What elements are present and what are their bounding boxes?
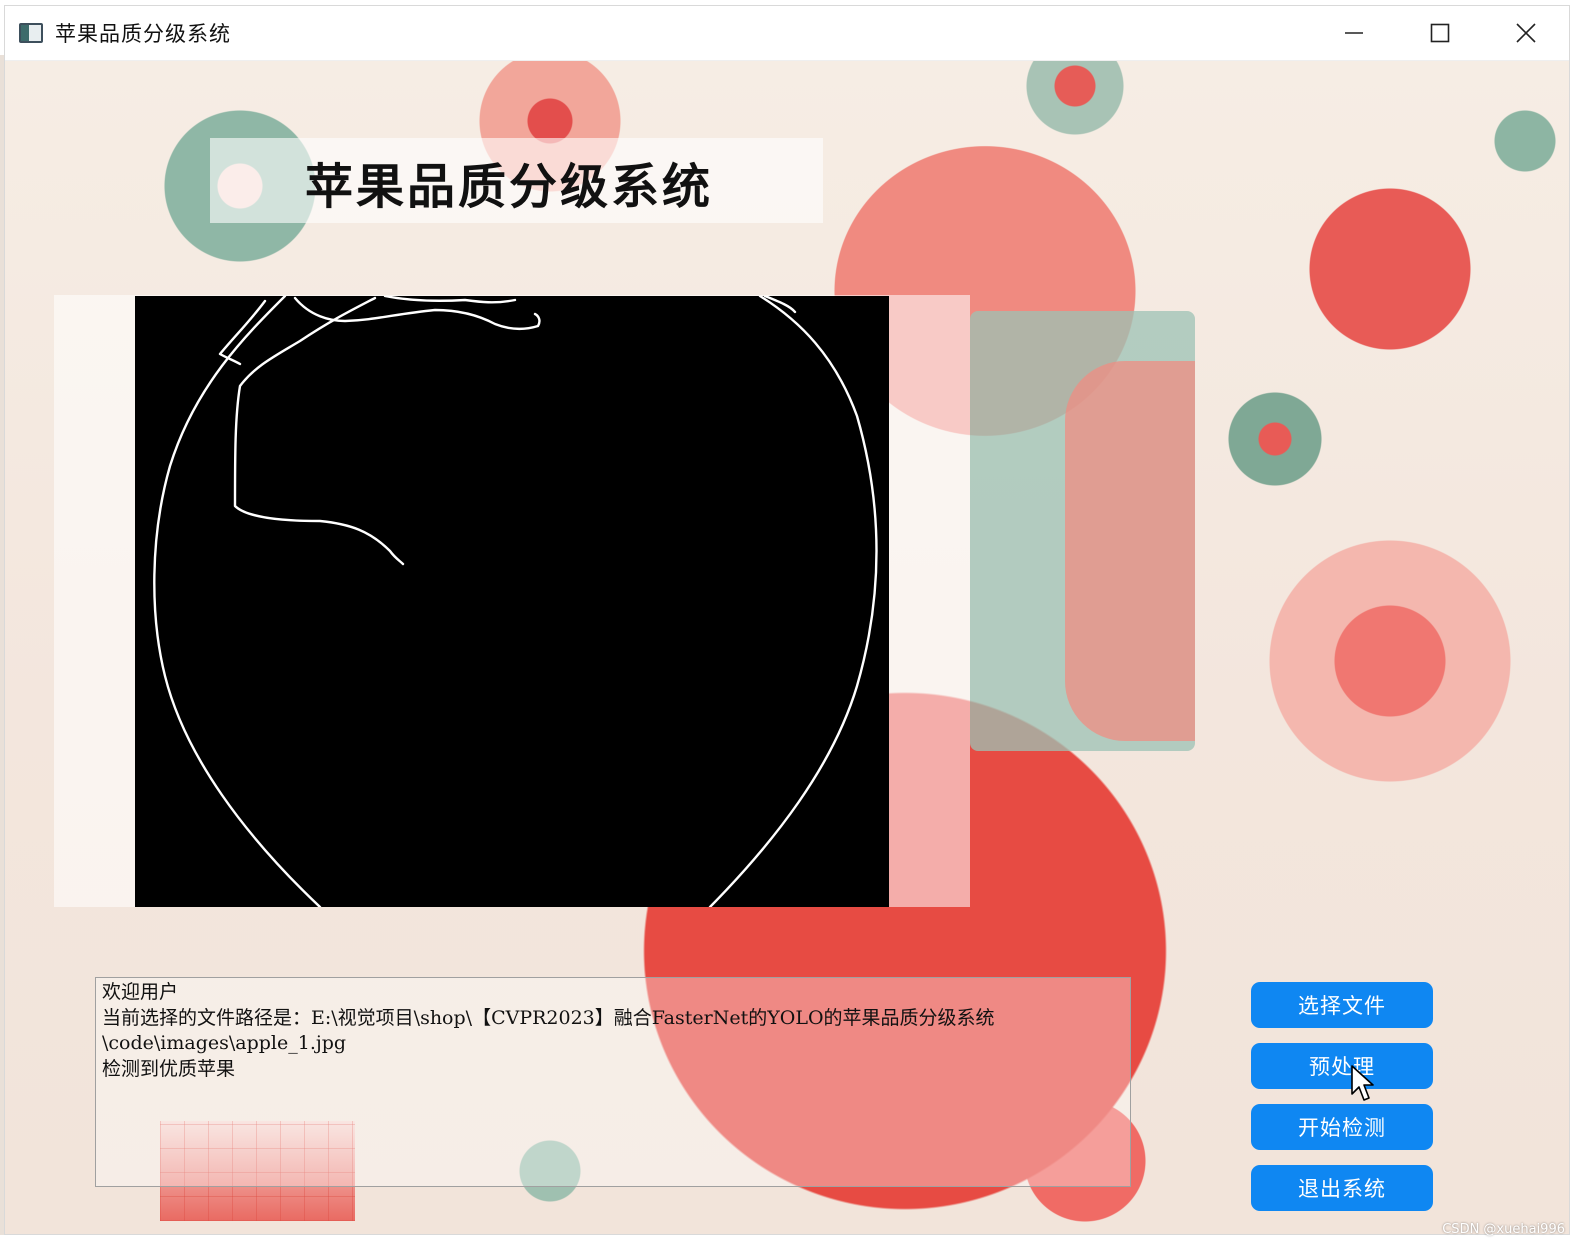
preprocess-button[interactable]: 预处理 [1251, 1043, 1433, 1089]
watermark-text: CSDN @xuehai996 [1442, 1222, 1565, 1237]
mouse-cursor-icon [1351, 1065, 1374, 1101]
app-window-icon [19, 23, 43, 43]
log-line: 欢迎用户 [102, 981, 179, 1003]
log-line: 当前选择的文件路径是：E:\视觉项目\shop\【CVPR2023】融合Fast… [102, 1006, 995, 1029]
main-client-area: 苹果品质分级系统 欢迎用户 当前选择的文件路径是：E:\视觉项目\shop\【C… [5, 61, 1569, 1234]
app-window: 苹果品质分级系统 苹果品质分级系统 欢迎用户 当前选择的文件路径是：E:\视觉项… [4, 5, 1570, 1235]
maximize-icon [1430, 23, 1450, 43]
maximize-button[interactable] [1397, 6, 1483, 60]
log-line: \code\images\apple_1.jpg [102, 1032, 347, 1054]
log-textbox[interactable]: 欢迎用户 当前选择的文件路径是：E:\视觉项目\shop\【CVPR2023】融… [95, 977, 1131, 1187]
select-file-button[interactable]: 选择文件 [1251, 982, 1433, 1028]
title-bar[interactable]: 苹果品质分级系统 [5, 6, 1569, 61]
exit-system-button[interactable]: 退出系统 [1251, 1165, 1433, 1211]
background-decoration [1065, 361, 1195, 741]
minimize-button[interactable] [1311, 6, 1397, 60]
start-detection-button[interactable]: 开始检测 [1251, 1104, 1433, 1150]
window-controls [1311, 6, 1569, 60]
window-title: 苹果品质分级系统 [55, 22, 231, 46]
minimize-icon [1345, 32, 1363, 34]
close-icon [1516, 23, 1536, 43]
log-line: 检测到优质苹果 [102, 1057, 236, 1080]
apple-edge-image [153, 296, 878, 907]
close-button[interactable] [1483, 6, 1569, 60]
page-title: 苹果品质分级系统 [305, 159, 714, 215]
image-display [135, 296, 889, 907]
